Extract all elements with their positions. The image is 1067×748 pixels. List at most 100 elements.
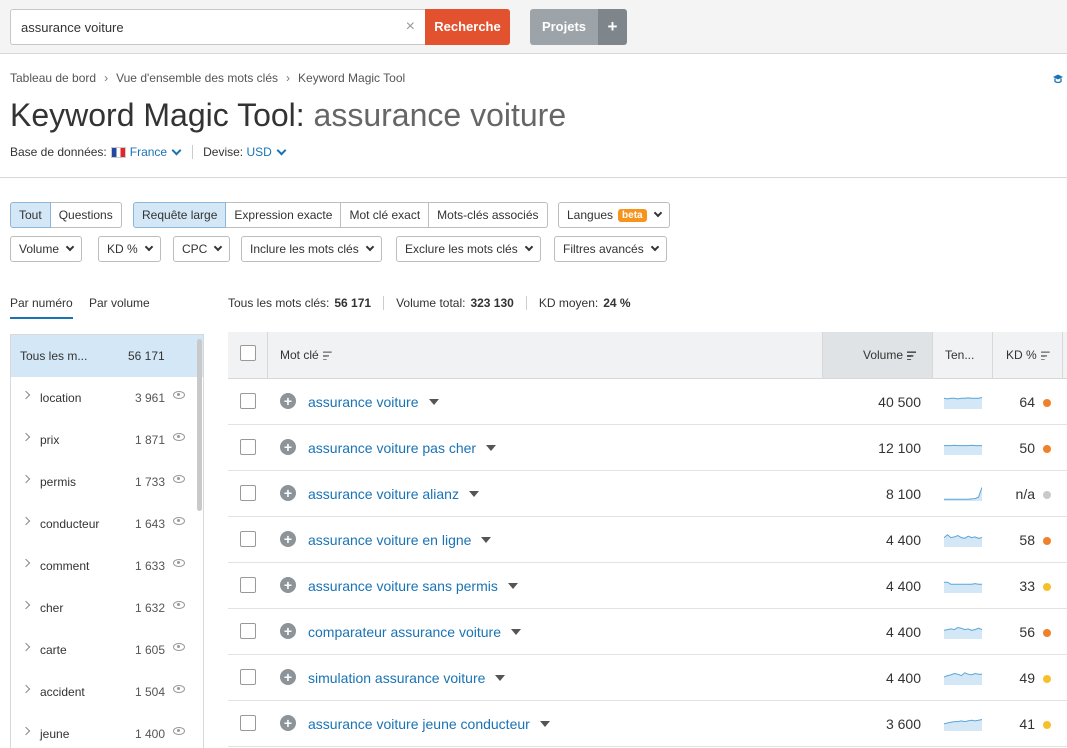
add-project-button[interactable]: + — [598, 9, 627, 45]
projects-button[interactable]: Projets — [530, 9, 598, 45]
keyword-text: assurance voiture — [308, 394, 419, 410]
row-checkbox[interactable] — [240, 531, 256, 547]
group-all[interactable]: Tous les m... 56 171 — [11, 335, 203, 377]
eye-icon[interactable] — [173, 727, 185, 735]
group-item[interactable]: cher 1 632 — [11, 587, 197, 629]
row-checkbox[interactable] — [240, 485, 256, 501]
keyword-link[interactable]: assurance voiture alianz — [308, 486, 479, 502]
row-checkbox[interactable] — [240, 715, 256, 731]
kd-value: 56 — [1019, 624, 1035, 640]
col-volume[interactable]: Volume — [863, 348, 917, 362]
group-item[interactable]: location 3 961 — [11, 377, 197, 419]
chevron-right-icon[interactable] — [21, 558, 31, 568]
keyword-link[interactable]: assurance voiture en ligne — [308, 532, 492, 548]
keyword-link[interactable]: comparateur assurance voiture — [308, 624, 521, 640]
keyword-link[interactable]: assurance voiture sans permis — [308, 578, 518, 594]
filter-kd[interactable]: KD % — [98, 236, 161, 262]
group-item[interactable]: comment 1 633 — [11, 545, 197, 587]
eye-icon[interactable] — [173, 517, 185, 525]
keyword-link[interactable]: assurance voiture pas cher — [308, 440, 497, 456]
filter-include-keywords[interactable]: Inclure les mots clés — [241, 236, 382, 262]
add-keyword-icon[interactable]: + — [280, 715, 296, 731]
languages-dropdown[interactable]: Langues beta — [558, 202, 670, 228]
chevron-right-icon[interactable] — [21, 390, 31, 400]
add-keyword-icon[interactable]: + — [280, 669, 296, 685]
clear-icon[interactable]: × — [406, 18, 415, 36]
tab-phrase-match[interactable]: Expression exacte — [226, 202, 342, 228]
search-input[interactable] — [11, 10, 381, 44]
tab-broad-match[interactable]: Requête large — [133, 202, 227, 228]
france-flag-icon — [110, 146, 126, 158]
caret-down-icon[interactable] — [486, 445, 497, 452]
chevron-right-icon[interactable] — [21, 516, 31, 526]
filter-volume[interactable]: Volume — [10, 236, 83, 262]
breadcrumb-item-dashboard[interactable]: Tableau de bord — [10, 71, 96, 85]
eye-icon[interactable] — [173, 685, 185, 693]
chevron-right-icon[interactable] — [21, 600, 31, 610]
add-keyword-icon[interactable]: + — [280, 623, 296, 639]
group-label: accident — [40, 685, 85, 699]
eye-icon[interactable] — [173, 475, 185, 483]
row-checkbox[interactable] — [240, 623, 256, 639]
keyword-link[interactable]: assurance voiture — [308, 394, 439, 410]
eye-icon[interactable] — [173, 601, 185, 609]
caret-down-icon[interactable] — [468, 491, 479, 498]
eye-icon[interactable] — [173, 391, 185, 399]
group-item[interactable]: accident 1 504 — [11, 671, 197, 713]
row-checkbox[interactable] — [240, 393, 256, 409]
group-item[interactable]: prix 1 871 — [11, 419, 197, 461]
breadcrumb-item-overview[interactable]: Vue d'ensemble des mots clés — [116, 71, 278, 85]
add-keyword-icon[interactable]: + — [280, 531, 296, 547]
caret-down-icon[interactable] — [507, 583, 518, 590]
row-checkbox[interactable] — [240, 669, 256, 685]
row-checkbox[interactable] — [240, 577, 256, 593]
filter-cpc[interactable]: CPC — [173, 236, 231, 262]
currency-select[interactable]: USD — [246, 145, 271, 159]
add-keyword-icon[interactable]: + — [280, 393, 296, 409]
filter-exclude-keywords[interactable]: Exclure les mots clés — [396, 236, 541, 262]
eye-icon[interactable] — [173, 433, 185, 441]
chevron-right-icon[interactable] — [21, 684, 31, 694]
tab-by-volume[interactable]: Par volume — [89, 296, 150, 310]
caret-down-icon[interactable] — [428, 399, 439, 406]
keyword-text: assurance voiture en ligne — [308, 532, 472, 548]
scrollbar[interactable] — [197, 339, 202, 511]
divider — [0, 177, 1067, 178]
eye-icon[interactable] — [173, 643, 185, 651]
keyword-link[interactable]: assurance voiture jeune conducteur — [308, 716, 550, 732]
keyword-link[interactable]: simulation assurance voiture — [308, 670, 506, 686]
eye-icon[interactable] — [173, 559, 185, 567]
tab-exact-match[interactable]: Mot clé exact — [341, 202, 430, 228]
database-select[interactable]: France — [130, 145, 167, 159]
add-keyword-icon[interactable]: + — [280, 439, 296, 455]
chevron-right-icon[interactable] — [21, 432, 31, 442]
chevron-right-icon[interactable] — [21, 474, 31, 484]
tab-questions[interactable]: Questions — [50, 202, 122, 228]
caret-down-icon[interactable] — [511, 629, 521, 636]
select-all-checkbox[interactable] — [240, 345, 256, 361]
chevron-down-icon[interactable] — [171, 145, 182, 155]
chevron-right-icon[interactable] — [21, 726, 31, 736]
col-keyword[interactable]: Mot clé — [280, 348, 332, 362]
tab-related[interactable]: Mots-clés associés — [429, 202, 548, 228]
group-item[interactable]: conducteur 1 643 — [11, 503, 197, 545]
col-trend[interactable]: Ten... — [945, 348, 974, 362]
group-item[interactable]: carte 1 605 — [11, 629, 197, 671]
search-button[interactable]: Recherche — [425, 9, 510, 45]
row-checkbox[interactable] — [240, 439, 256, 455]
add-keyword-icon[interactable]: + — [280, 577, 296, 593]
chevron-down-icon[interactable] — [276, 145, 287, 155]
chevron-right-icon[interactable] — [21, 642, 31, 652]
caret-down-icon[interactable] — [495, 675, 506, 682]
tab-by-number[interactable]: Par numéro — [10, 296, 73, 310]
group-item[interactable]: permis 1 733 — [11, 461, 197, 503]
tab-all[interactable]: Tout — [10, 202, 51, 228]
col-kd[interactable]: KD % — [1006, 348, 1050, 362]
caret-down-icon[interactable] — [539, 721, 550, 728]
caret-down-icon[interactable] — [481, 537, 492, 544]
filter-advanced[interactable]: Filtres avancés — [554, 236, 667, 262]
graduation-cap-icon[interactable] — [1052, 73, 1064, 85]
group-item[interactable]: jeune 1 400 — [11, 713, 197, 748]
add-keyword-icon[interactable]: + — [280, 485, 296, 501]
kd-indicator — [1043, 399, 1051, 407]
